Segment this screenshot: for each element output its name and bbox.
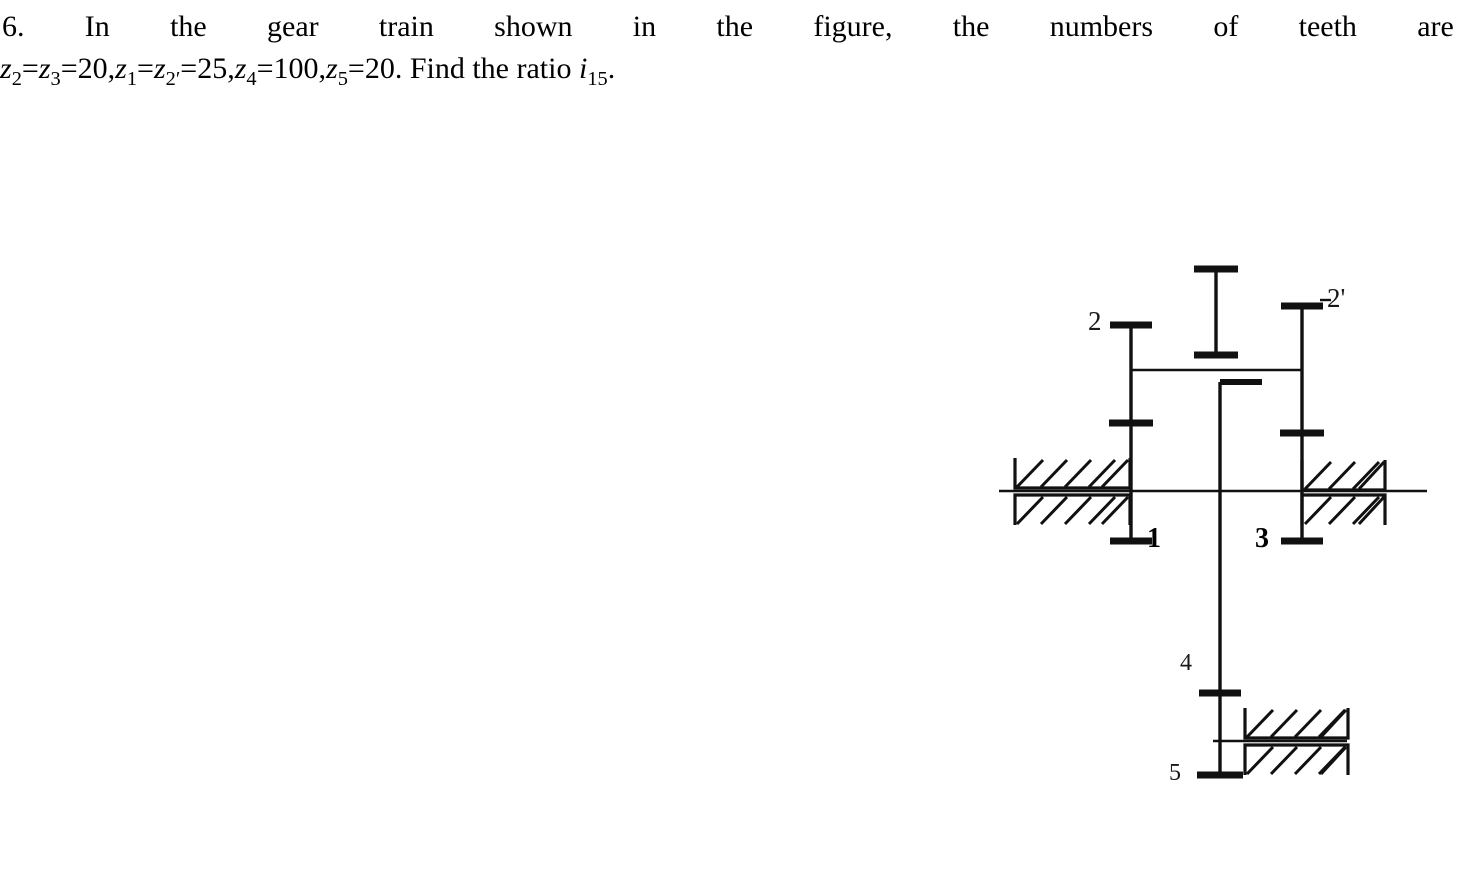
- problem-word-of: of: [1213, 10, 1239, 43]
- problem-word-are: are: [1417, 10, 1454, 43]
- problem-line-1: 6. In the gear train shown in the figure…: [0, 6, 1458, 48]
- problem-word-in: In: [84, 10, 110, 43]
- hatch-block-left-upper: [1013, 458, 1132, 490]
- label-gear-3: 3: [1255, 523, 1269, 554]
- given-z3: z3=20,: [38, 52, 116, 90]
- hatch-block-left-lower: [1013, 493, 1132, 526]
- problem-word-figure: figure,: [813, 10, 893, 43]
- given-z1: z1=: [115, 52, 154, 90]
- given-z4: z4=100,: [234, 52, 327, 90]
- label-gear-1: 1: [1147, 523, 1161, 554]
- label-gear-2-prime: 2': [1327, 283, 1346, 313]
- ratio-subscript: 15: [587, 68, 608, 90]
- hatch-block-right-lower: [1300, 493, 1387, 526]
- given-z5: z5=20.: [326, 52, 403, 90]
- label-gear-5: 5: [1169, 760, 1181, 786]
- given-z2prime: z2′=25,: [153, 52, 235, 90]
- label-gear-2: 2: [1088, 306, 1102, 336]
- gear-train-diagram: 2 2' 1 3 4 5: [975, 250, 1445, 820]
- hatch-block-bottom-lower: [1243, 743, 1350, 776]
- problem-statement: 6. In the gear train shown in the figure…: [0, 6, 1458, 100]
- problem-word-the: the: [170, 10, 207, 43]
- hatch-block-right-upper: [1300, 460, 1387, 492]
- problem-line-2: z2=z3=20,z1=z2′=25,z4=100,z5=20. Find th…: [0, 48, 1458, 100]
- given-z2: z2=: [0, 52, 39, 90]
- label-gear-4: 4: [1180, 650, 1192, 676]
- question-text: Find the ratio: [409, 52, 572, 85]
- gear-train-svg: [999, 265, 1427, 779]
- problem-word-numbers: numbers: [1049, 10, 1154, 43]
- hatch-block-bottom-upper: [1243, 708, 1350, 740]
- problem-word-the-2: the: [716, 10, 754, 43]
- problem-word-the-3: the: [952, 10, 990, 43]
- problem-word-in-2: in: [632, 10, 657, 43]
- question-period: .: [607, 52, 616, 85]
- problem-word-train: train: [378, 10, 434, 43]
- problem-word-teeth: teeth: [1298, 10, 1357, 43]
- problem-word-gear: gear: [267, 10, 319, 43]
- problem-number: 6.: [2, 10, 25, 43]
- problem-word-shown: shown: [494, 10, 573, 43]
